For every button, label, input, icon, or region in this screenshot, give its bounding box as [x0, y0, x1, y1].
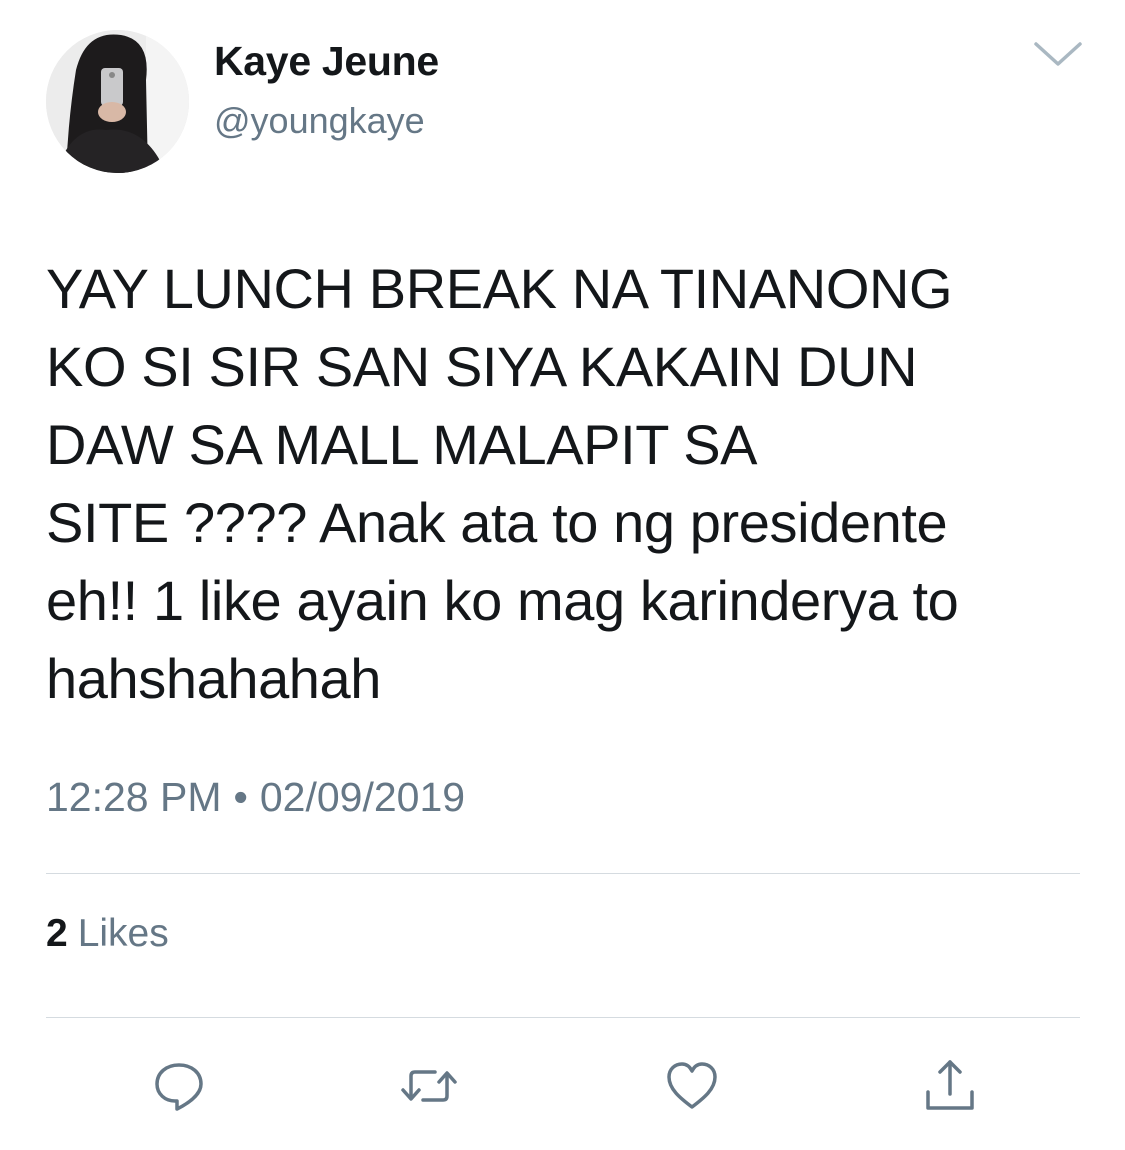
reply-icon — [155, 1063, 203, 1111]
share-icon — [926, 1060, 974, 1110]
tweet-timestamp: 12:28 PM • 02/09/2019 — [46, 774, 465, 821]
like-button[interactable] — [662, 1056, 722, 1116]
avatar[interactable] — [46, 30, 189, 173]
reply-button[interactable] — [149, 1056, 209, 1116]
share-button[interactable] — [920, 1056, 980, 1116]
likes-stat[interactable]: 2 Likes — [46, 912, 169, 956]
retweet-button[interactable] — [399, 1056, 459, 1116]
divider — [46, 873, 1080, 874]
username-handle[interactable]: @youngkaye — [214, 100, 425, 142]
tweet-time: 12:28 PM — [46, 774, 222, 820]
tweet-menu-button[interactable] — [1030, 34, 1086, 74]
likes-label: Likes — [77, 912, 169, 955]
retweet-icon — [401, 1070, 457, 1102]
tweet-date: 02/09/2019 — [259, 774, 466, 820]
timestamp-separator: • — [233, 774, 248, 820]
display-name[interactable]: Kaye Jeune — [214, 38, 439, 85]
heart-icon — [667, 1062, 717, 1109]
avatar-image — [46, 30, 189, 173]
chevron-down-icon — [1034, 42, 1082, 66]
likes-count: 2 — [46, 912, 68, 955]
divider — [46, 1017, 1080, 1018]
tweet-text: YAY LUNCH BREAK NA TINANONG KO SI SIR SA… — [46, 257, 959, 710]
action-bar — [0, 1050, 1125, 1120]
